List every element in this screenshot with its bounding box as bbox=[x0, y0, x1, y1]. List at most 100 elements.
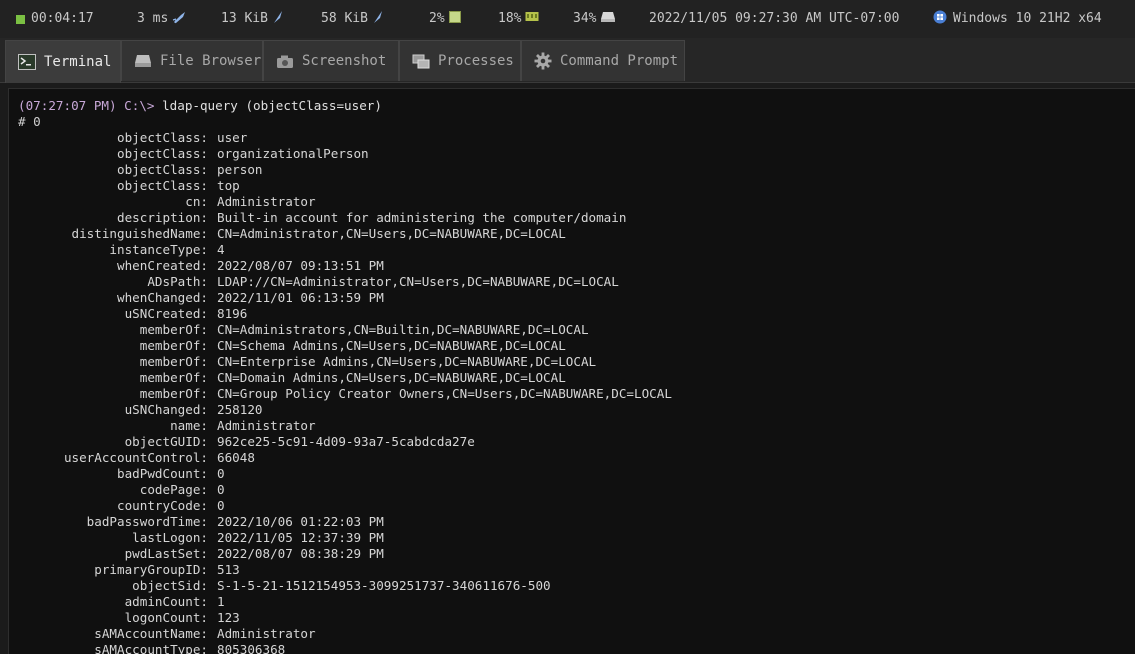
attribute-value: Administrator bbox=[217, 626, 316, 641]
memory-indicator: 18% bbox=[498, 11, 539, 27]
attribute-name: codePage: bbox=[139, 482, 208, 497]
attribute-name: memberOf: bbox=[139, 354, 208, 369]
os-value: Windows 10 21H2 x64 bbox=[953, 11, 1102, 26]
attribute-value: LDAP://CN=Administrator,CN=Users,DC=NABU… bbox=[217, 274, 619, 289]
attribute-value: 1 bbox=[217, 594, 225, 609]
tab-label: File Browser bbox=[160, 53, 262, 69]
os-indicator: Windows 10 21H2 x64 bbox=[933, 10, 1102, 29]
tab-command-prompt[interactable]: Command Prompt bbox=[521, 40, 685, 81]
attribute-name: instanceType: bbox=[109, 242, 208, 257]
terminal-output[interactable]: (07:27:07 PM) C:\> ldap-query (objectCla… bbox=[8, 88, 1135, 654]
attribute-value: CN=Group Policy Creator Owners,CN=Users,… bbox=[217, 386, 672, 401]
tab-processes[interactable]: Processes bbox=[399, 40, 521, 81]
tab-label: Command Prompt bbox=[560, 53, 679, 69]
attribute-name: sAMAccountType: bbox=[94, 642, 208, 654]
attribute-value: CN=Schema Admins,CN=Users,DC=NABUWARE,DC… bbox=[217, 338, 566, 353]
rocket-icon bbox=[172, 10, 188, 29]
attribute-name: sAMAccountName: bbox=[94, 626, 208, 641]
uptime-value: 00:04:17 bbox=[31, 11, 94, 26]
tx-value: 58 KiB bbox=[321, 11, 368, 26]
attribute-value: 2022/10/06 01:22:03 PM bbox=[217, 514, 384, 529]
attribute-value: 0 bbox=[217, 482, 225, 497]
attribute-value: 4 bbox=[217, 242, 225, 257]
attribute-value: 0 bbox=[217, 466, 225, 481]
windows-logo-icon bbox=[933, 10, 947, 29]
attribute-name: countryCode: bbox=[117, 498, 208, 513]
attribute-value: 2022/08/07 09:13:51 PM bbox=[217, 258, 384, 273]
attribute-value: 66048 bbox=[217, 450, 255, 465]
attribute-name: objectClass: bbox=[117, 146, 208, 161]
feather-icon bbox=[272, 10, 284, 29]
attribute-name: adminCount: bbox=[124, 594, 208, 609]
attribute-name: distinguishedName: bbox=[71, 226, 208, 241]
prompt: (07:27:07 PM) C:\> bbox=[18, 98, 155, 113]
attribute-value: Built-in account for administering the c… bbox=[217, 210, 627, 225]
attribute-name: uSNChanged: bbox=[124, 402, 208, 417]
tab-screenshot[interactable]: Screenshot bbox=[263, 40, 399, 81]
tab-label: Screenshot bbox=[302, 53, 387, 69]
result-header: # 0 bbox=[18, 114, 41, 129]
uptime-indicator: 00:04:17 bbox=[16, 11, 94, 27]
tab-terminal[interactable]: Terminal bbox=[5, 40, 121, 83]
attribute-value: S-1-5-21-1512154953-3099251737-340611676… bbox=[217, 578, 551, 593]
tab-bar: Terminal File Browser Screenshot Process… bbox=[0, 38, 1135, 83]
attribute-name: memberOf: bbox=[139, 386, 208, 401]
attribute-name: name: bbox=[170, 418, 208, 433]
cpu-value: 2% bbox=[429, 11, 445, 26]
terminal-icon bbox=[18, 54, 36, 70]
attribute-value: 805306368 bbox=[217, 642, 286, 654]
gear-icon bbox=[534, 52, 552, 70]
attribute-value: CN=Administrator,CN=Users,DC=NABUWARE,DC… bbox=[217, 226, 566, 241]
attribute-value: top bbox=[217, 178, 240, 193]
attribute-value: 2022/11/01 06:13:59 PM bbox=[217, 290, 384, 305]
cpu-indicator: 2% bbox=[429, 10, 461, 28]
attribute-name: cn: bbox=[185, 194, 208, 209]
rx-value: 13 KiB bbox=[221, 11, 268, 26]
attribute-name: whenChanged: bbox=[117, 290, 208, 305]
attribute-value: 513 bbox=[217, 562, 240, 577]
drive-icon bbox=[134, 54, 152, 68]
attribute-value: 8196 bbox=[217, 306, 248, 321]
attribute-value: CN=Administrators,CN=Builtin,DC=NABUWARE… bbox=[217, 322, 589, 337]
attribute-name: badPwdCount: bbox=[117, 466, 208, 481]
tab-label: Terminal bbox=[44, 54, 112, 70]
camera-icon bbox=[276, 54, 294, 69]
prompt-line: (07:27:07 PM) C:\> ldap-query (objectCla… bbox=[18, 98, 382, 114]
attribute-name: pwdLastSet: bbox=[124, 546, 208, 561]
attribute-value: Administrator bbox=[217, 418, 316, 433]
attribute-name: uSNCreated: bbox=[124, 306, 208, 321]
attribute-value: 2022/08/07 08:38:29 PM bbox=[217, 546, 384, 561]
disk-indicator: 34% bbox=[573, 11, 616, 27]
status-green-square-icon bbox=[16, 14, 25, 24]
attribute-name: logonCount: bbox=[124, 610, 208, 625]
attribute-name: objectClass: bbox=[117, 178, 208, 193]
disk-drive-icon bbox=[600, 11, 616, 28]
command-text: ldap-query (objectClass=user) bbox=[154, 98, 382, 113]
attribute-name: memberOf: bbox=[139, 338, 208, 353]
memory-value: 18% bbox=[498, 11, 522, 26]
attribute-name: description: bbox=[117, 210, 208, 225]
attribute-value: CN=Domain Admins,CN=Users,DC=NABUWARE,DC… bbox=[217, 370, 566, 385]
attribute-value: CN=Enterprise Admins,CN=Users,DC=NABUWAR… bbox=[217, 354, 597, 369]
attribute-name: memberOf: bbox=[139, 370, 208, 385]
rx-indicator: 13 KiB bbox=[221, 10, 284, 29]
attribute-name: primaryGroupID: bbox=[94, 562, 208, 577]
attribute-name: memberOf: bbox=[139, 322, 208, 337]
datetime-indicator: 2022/11/05 09:27:30 AM UTC-07:00 bbox=[649, 11, 899, 27]
cpu-chip-icon bbox=[448, 10, 461, 28]
memory-module-icon bbox=[525, 11, 539, 28]
tab-file-browser[interactable]: File Browser bbox=[121, 40, 263, 81]
datetime-value: 2022/11/05 09:27:30 AM UTC-07:00 bbox=[649, 11, 900, 26]
attribute-name: whenCreated: bbox=[117, 258, 208, 273]
attribute-value: 258120 bbox=[217, 402, 263, 417]
attribute-name: badPasswordTime: bbox=[86, 514, 208, 529]
attribute-name: userAccountControl: bbox=[63, 450, 208, 465]
attribute-name: ADsPath: bbox=[147, 274, 208, 289]
tab-label: Processes bbox=[438, 53, 514, 69]
feather-icon bbox=[372, 10, 384, 29]
attribute-value: person bbox=[217, 162, 263, 177]
attribute-value: user bbox=[217, 130, 248, 145]
windows-stack-icon bbox=[412, 54, 430, 69]
attribute-name: objectClass: bbox=[117, 130, 208, 145]
status-bar: 00:04:17 3 ms 13 KiB 58 KiB 2% 18% 34% 2… bbox=[0, 0, 1135, 38]
